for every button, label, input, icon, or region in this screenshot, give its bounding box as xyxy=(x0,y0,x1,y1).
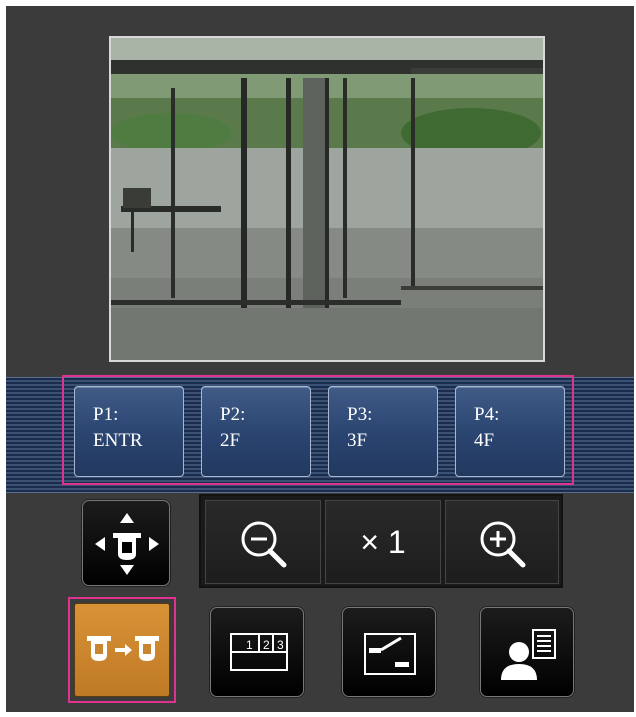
preset-3-label-line1: P3: xyxy=(347,404,373,425)
preset-buttons-group: P1: ENTR P2: 2F P3: 3F P4: 4F xyxy=(62,375,574,485)
camera-switch-button[interactable] xyxy=(74,603,170,697)
preset-2-label-line1: P2: xyxy=(220,404,246,425)
zoom-out-magnifier-icon xyxy=(241,521,287,568)
preset-2-label-line2: 2F xyxy=(220,430,241,451)
multi-screen-button[interactable]: 1 2 3 xyxy=(210,607,304,697)
zoom-control-group: × 1 xyxy=(199,494,563,588)
preset-1-label-line1: P1: xyxy=(93,404,119,425)
zoom-out-button[interactable] xyxy=(205,500,321,584)
svg-text:1: 1 xyxy=(246,638,253,652)
svg-text:3: 3 xyxy=(277,638,284,652)
camera-switch-icon xyxy=(87,636,159,661)
zoom-in-magnifier-icon xyxy=(480,521,526,568)
zoom-level-display: × 1 xyxy=(325,500,441,584)
camera-live-image[interactable] xyxy=(109,36,545,362)
camera-scene xyxy=(111,38,543,360)
pan-tilt-button[interactable] xyxy=(82,500,170,586)
svg-text:2: 2 xyxy=(263,638,270,652)
preset-button-3[interactable]: P3: 3F xyxy=(328,386,438,477)
zoom-level-text: × 1 xyxy=(360,523,406,560)
user-list-icon xyxy=(501,629,556,680)
user-list-button[interactable] xyxy=(480,607,574,697)
multi-screen-icon: 1 2 3 xyxy=(230,633,288,671)
preset-button-2[interactable]: P2: 2F xyxy=(201,386,311,477)
preset-1-label-line2: ENTR xyxy=(93,430,143,451)
preset-button-4[interactable]: P4: 4F xyxy=(455,386,565,477)
preset-button-1[interactable]: P1: ENTR xyxy=(74,386,184,477)
brightness-button[interactable] xyxy=(342,607,436,697)
brightness-adjust-icon xyxy=(364,633,416,675)
zoom-in-button[interactable] xyxy=(445,500,559,584)
preset-3-label-line2: 3F xyxy=(347,430,368,451)
pan-tilt-arrows-icon xyxy=(95,513,159,575)
preset-4-label-line1: P4: xyxy=(474,404,500,425)
preset-4-label-line2: 4F xyxy=(474,430,495,451)
